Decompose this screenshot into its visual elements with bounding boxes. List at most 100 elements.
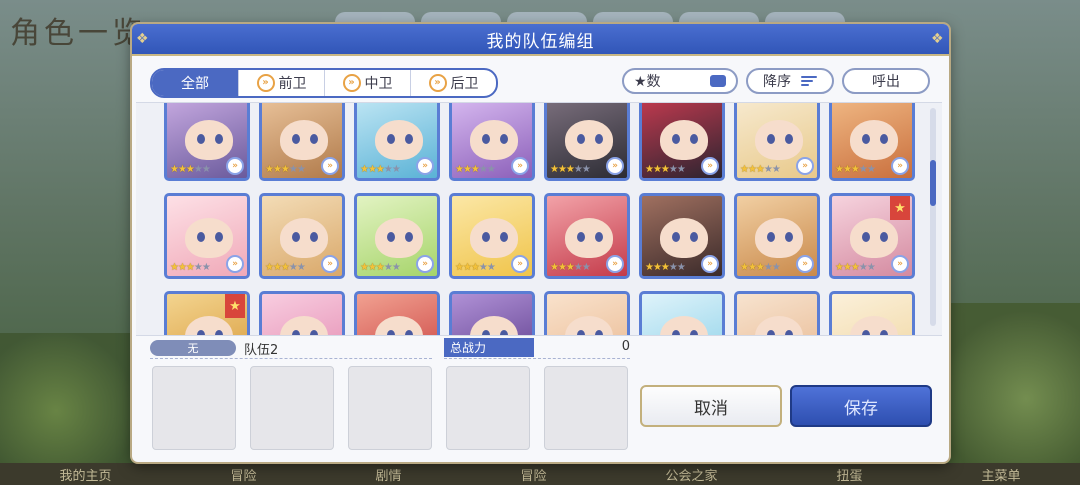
portrait — [862, 134, 870, 144]
sort-button[interactable]: ★数 — [622, 68, 738, 94]
descending-icon — [801, 76, 817, 86]
character-card[interactable]: ★★★★★ » — [544, 103, 630, 181]
character-card[interactable]: ★★★★★ » — [259, 193, 345, 279]
ornament-icon: ❖ — [136, 31, 150, 47]
position-icon: » — [321, 157, 339, 175]
position-filter-tabs: 全部 » 前卫 » 中卫 » 后卫 — [150, 68, 498, 98]
star-rating-icon: ★★★★★ — [265, 164, 306, 175]
position-icon: » — [511, 255, 529, 273]
portrait — [565, 120, 613, 160]
character-card[interactable]: ★★★★★ » — [164, 103, 250, 181]
nav-item[interactable]: 冒险 — [520, 465, 546, 484]
character-scrollbar[interactable] — [930, 108, 936, 326]
nav-item[interactable]: 扭蛋 — [836, 465, 862, 484]
dialog-header: ❖ 我的队伍编组 ❖ — [132, 24, 949, 56]
character-card[interactable]: ★★★★★ » ★ — [829, 193, 915, 279]
star-rating-icon: ★★★★★ — [265, 262, 306, 273]
background-title: 角色一览 — [10, 16, 146, 51]
character-card[interactable] — [354, 291, 440, 335]
cancel-button[interactable]: 取消 — [640, 385, 782, 427]
character-card[interactable]: ★★★★★ » — [734, 103, 820, 181]
team-slot[interactable] — [152, 366, 236, 450]
position-back-icon: » — [428, 74, 447, 92]
portrait — [215, 134, 223, 144]
character-card[interactable]: ★★★★★ » — [449, 193, 535, 279]
tab-all[interactable]: 全部 — [152, 70, 238, 96]
team-slot[interactable] — [446, 366, 530, 450]
position-icon: » — [891, 255, 909, 273]
portrait — [565, 316, 613, 335]
tab-middle[interactable]: » 中卫 — [324, 70, 410, 96]
nav-item[interactable]: 冒险 — [230, 465, 256, 484]
character-card[interactable]: ★★★★★ » — [734, 193, 820, 279]
position-icon: » — [796, 255, 814, 273]
call-button[interactable]: 呼出 — [842, 68, 930, 94]
portrait — [280, 120, 328, 160]
portrait — [862, 232, 870, 242]
portrait — [215, 232, 223, 242]
character-card[interactable]: ★★★★★ » — [829, 103, 915, 181]
team-slot[interactable] — [250, 366, 334, 450]
nav-item[interactable]: 我的主页 — [59, 465, 111, 484]
rank-star-icon: ★ — [225, 294, 245, 318]
character-card[interactable]: ★★★★★ » — [164, 193, 250, 279]
divider — [150, 358, 432, 359]
portrait — [577, 330, 585, 335]
character-card[interactable]: ★★★★★ » — [354, 103, 440, 181]
portrait — [565, 218, 613, 258]
character-card[interactable]: ★ — [164, 291, 250, 335]
character-card[interactable] — [544, 291, 630, 335]
character-card[interactable]: ★★★★★ » — [639, 103, 725, 181]
team-name: 队伍2 — [244, 343, 279, 358]
position-front-icon: » — [256, 74, 275, 92]
portrait — [405, 134, 413, 144]
team-slot[interactable] — [348, 366, 432, 450]
position-icon: » — [511, 157, 529, 175]
star-rating-icon: ★★★★★ — [550, 164, 591, 175]
nav-item[interactable]: 主菜单 — [981, 465, 1020, 484]
position-icon: » — [416, 157, 434, 175]
portrait — [185, 316, 233, 335]
portrait — [375, 218, 423, 258]
position-icon: » — [606, 157, 624, 175]
nav-item[interactable]: 剧情 — [375, 465, 401, 484]
star-rating-icon: ★★★★★ — [835, 164, 876, 175]
star-rating-icon: ★★★★★ — [550, 262, 591, 273]
character-card[interactable]: ★★★★★ » — [354, 193, 440, 279]
portrait — [785, 232, 793, 242]
portrait — [755, 316, 803, 335]
star-rating-icon: ★★★★★ — [360, 262, 401, 273]
total-power-label: 总战力 — [444, 338, 534, 357]
portrait — [672, 330, 680, 335]
tab-label: 后卫 — [450, 76, 479, 92]
background-nav-bar: 我的主页 冒险 剧情 冒险 公会之家 扭蛋 主菜单 — [0, 463, 1080, 485]
team-slot[interactable] — [544, 366, 628, 450]
tab-label: 中卫 — [364, 76, 393, 92]
portrait — [387, 232, 395, 242]
star-rating-icon: ★★★★★ — [455, 164, 496, 175]
dialog-title: 我的队伍编组 — [486, 31, 595, 52]
character-card[interactable]: ★★★★★ » — [639, 193, 725, 279]
position-icon: » — [606, 255, 624, 273]
position-icon: » — [226, 157, 244, 175]
order-button[interactable]: 降序 — [746, 68, 834, 94]
character-card[interactable] — [829, 291, 915, 335]
character-card[interactable]: ★★★★★ » — [259, 103, 345, 181]
portrait — [850, 316, 898, 335]
tab-label: 前卫 — [278, 76, 307, 92]
tab-back[interactable]: » 后卫 — [410, 70, 496, 96]
ornament-icon: ❖ — [931, 31, 945, 47]
character-card[interactable]: ★★★★★ » — [449, 103, 535, 181]
portrait — [785, 134, 793, 144]
tab-front[interactable]: » 前卫 — [238, 70, 324, 96]
character-card[interactable] — [449, 291, 535, 335]
nav-item[interactable]: 公会之家 — [665, 465, 717, 484]
character-card[interactable] — [639, 291, 725, 335]
scroll-thumb[interactable] — [930, 160, 936, 206]
character-card[interactable] — [734, 291, 820, 335]
star-rating-icon: ★★★★★ — [740, 164, 781, 175]
character-card[interactable]: ★★★★★ » — [544, 193, 630, 279]
save-button[interactable]: 保存 — [790, 385, 932, 427]
portrait — [660, 218, 708, 258]
character-card[interactable] — [259, 291, 345, 335]
